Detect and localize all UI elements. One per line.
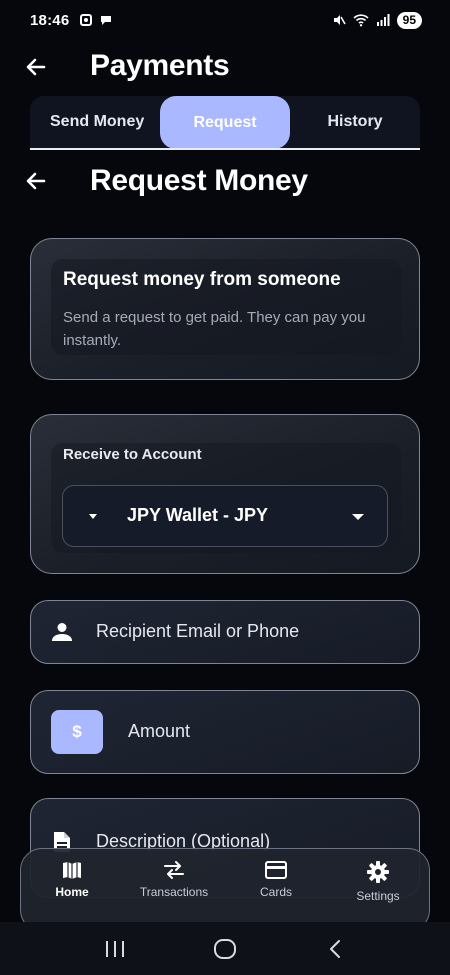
request-info-card: Request money from someone Send a reques… (30, 238, 420, 380)
account-dropdown[interactable]: JPY Wallet - JPY (62, 485, 388, 547)
chevron-left-icon (330, 939, 340, 958)
amount-field[interactable]: $ Amount (30, 690, 420, 774)
payment-tabs: Send Money Request History (30, 96, 420, 149)
recipient-field[interactable]: Recipient Email or Phone (30, 600, 420, 664)
status-bar: 18:46 95 (0, 0, 450, 40)
nav-transactions[interactable]: Transactions (123, 849, 225, 931)
person-icon (52, 623, 72, 641)
recipient-placeholder: Recipient Email or Phone (96, 621, 300, 641)
info-card-description: Send a request to get paid. They can pay… (63, 309, 366, 349)
section-title: Request Money (90, 164, 308, 197)
gear-icon (367, 861, 389, 883)
account-selected-value: JPY Wallet - JPY (127, 505, 269, 525)
back-button[interactable] (21, 52, 51, 82)
info-card-title: Request money from someone (63, 269, 341, 290)
battery-level: 95 (396, 11, 422, 29)
dollar-icon: $ (51, 710, 103, 754)
chevron-down-icon (352, 514, 364, 520)
nav-settings-label: Settings (356, 889, 400, 903)
system-navigation-bar (0, 922, 450, 975)
nav-home[interactable]: Home (21, 849, 123, 931)
caret-down-icon (89, 514, 97, 519)
map-icon (63, 862, 81, 879)
mute-icon (333, 15, 346, 25)
receive-account-card: Receive to Account JPY Wallet - JPY (30, 414, 420, 574)
section-back-button[interactable] (21, 166, 51, 196)
arrow-left-icon (26, 172, 46, 190)
nav-transactions-label: Transactions (139, 885, 209, 899)
tab-history[interactable]: History (290, 96, 420, 148)
chat-bubble-icon (101, 16, 112, 25)
credit-card-icon (265, 861, 287, 879)
tab-divider (30, 148, 420, 150)
signal-icon (376, 14, 390, 26)
home-button[interactable] (205, 929, 245, 969)
tab-request[interactable]: Request (160, 96, 290, 149)
app-header: Payments (0, 45, 450, 89)
page-title: Payments (90, 49, 230, 82)
arrow-left-icon (26, 58, 46, 76)
tab-send-money[interactable]: Send Money (30, 96, 160, 148)
recent-apps-icon (106, 940, 124, 957)
screen-cast-icon (80, 14, 93, 26)
status-time: 18:46 (30, 11, 70, 29)
nav-settings[interactable]: Settings (327, 849, 429, 931)
nav-cards-label: Cards (259, 885, 292, 899)
nav-home-label: Home (55, 885, 89, 899)
account-label: Receive to Account (63, 446, 202, 463)
section-header: Request Money (0, 160, 450, 204)
amount-placeholder: Amount (128, 721, 191, 741)
bottom-navigation: Home Transactions Cards Settings (20, 848, 430, 932)
nav-cards[interactable]: Cards (225, 849, 327, 931)
recent-apps-button[interactable] (95, 929, 135, 969)
swap-arrows-icon (164, 861, 184, 879)
system-back-button[interactable] (315, 929, 355, 969)
wifi-icon (353, 14, 369, 27)
home-circle-icon (214, 938, 236, 959)
